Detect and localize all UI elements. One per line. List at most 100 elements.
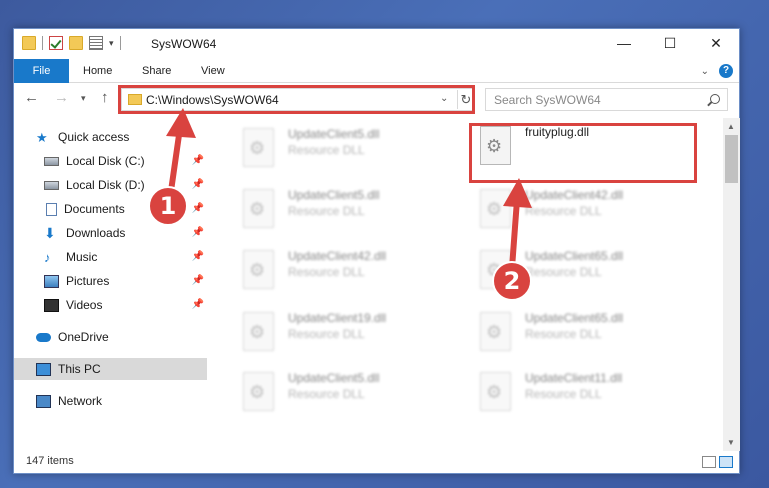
sidebar-item-this-pc[interactable]: This PC [14, 358, 207, 380]
file-type: Resource DLL [288, 387, 365, 401]
step-badge-2: 2 [492, 261, 532, 301]
folder-icon [22, 36, 36, 50]
sidebar-item-label: Pictures [66, 274, 110, 288]
pin-icon[interactable]: 📌 [192, 227, 204, 238]
download-icon: ⬇ [44, 224, 56, 241]
sidebar-item-quick-access[interactable]: ★ Quick access [36, 126, 207, 148]
sidebar-item-label: Documents [64, 202, 125, 216]
scroll-up-arrow-icon[interactable]: ▲ [727, 122, 735, 131]
minimize-button[interactable]: — [601, 29, 647, 57]
sidebar-item-onedrive[interactable]: OneDrive [14, 326, 207, 348]
file-type: Resource DLL [288, 204, 365, 218]
tab-view[interactable]: View [201, 59, 225, 83]
file-item[interactable]: ⚙ UpdateClient42.dll Resource DLL [468, 185, 694, 237]
title-bar: ▾ SysWOW64 — ☐ ✕ [14, 29, 739, 59]
expand-ribbon-chevron-icon[interactable]: ⌄ [701, 66, 709, 77]
sidebar-item-videos[interactable]: Videos 📌 [14, 294, 207, 316]
gear-icon: ⚙ [249, 199, 266, 219]
file-type: Resource DLL [288, 327, 365, 341]
gear-icon: ⚙ [249, 138, 266, 158]
file-item[interactable]: ⚙ UpdateClient5.dll Resource DLL [231, 124, 457, 176]
file-name: UpdateClient5.dll [288, 188, 380, 202]
help-icon[interactable]: ? [719, 64, 733, 78]
star-icon: ★ [36, 129, 48, 145]
sidebar-item-downloads[interactable]: ⬇ Downloads 📌 [14, 222, 207, 244]
dll-file-icon: ⚙ [243, 128, 274, 167]
dll-file-icon: ⚙ [243, 372, 274, 411]
sidebar-item-label: Local Disk (C:) [66, 154, 145, 168]
search-placeholder: Search SysWOW64 [494, 93, 601, 107]
sidebar-item-music[interactable]: ♪ Music 📌 [14, 246, 207, 268]
properties-check-icon[interactable] [49, 36, 63, 50]
gear-icon: ⚙ [249, 322, 266, 342]
file-name: UpdateClient5.dll [288, 371, 380, 385]
file-name: UpdateClient19.dll [288, 311, 387, 325]
music-icon: ♪ [44, 249, 51, 265]
gear-icon: ⚙ [486, 199, 503, 219]
pin-icon[interactable]: 📌 [192, 179, 204, 190]
sidebar-item-label: Local Disk (D:) [66, 178, 145, 192]
up-arrow-icon[interactable]: ↑ [101, 89, 109, 106]
file-item[interactable]: ⚙ UpdateClient65.dll Resource DLL [468, 308, 694, 360]
sidebar-item-label: This PC [58, 362, 101, 376]
sidebar-item-label: Music [66, 250, 98, 264]
sidebar-item-network[interactable]: Network [14, 390, 207, 412]
scrollbar-thumb[interactable] [725, 135, 738, 183]
dll-file-icon: ⚙ [480, 189, 511, 228]
navigation-pane: ★ Quick access Local Disk (C:) 📌 Local D… [14, 124, 207, 459]
file-name: UpdateClient11.dll [525, 371, 623, 385]
file-name: UpdateClient65.dll [525, 249, 624, 263]
file-type: Resource DLL [288, 265, 365, 279]
file-type: Resource DLL [288, 143, 365, 157]
file-item[interactable]: ⚙ UpdateClient19.dll Resource DLL [231, 308, 457, 360]
pictures-icon [44, 274, 59, 288]
search-input[interactable]: Search SysWOW64 [485, 88, 728, 111]
network-icon [36, 394, 51, 408]
pin-icon[interactable]: 📌 [192, 299, 204, 310]
quick-access-toolbar: ▾ [22, 36, 121, 50]
file-item[interactable]: ⚙ UpdateClient42.dll Resource DLL [231, 246, 457, 298]
customize-toolbar-chevron-icon[interactable]: ▾ [109, 38, 114, 49]
sidebar-item-pictures[interactable]: Pictures 📌 [14, 270, 207, 292]
tab-file[interactable]: File [14, 59, 69, 83]
pin-icon[interactable]: 📌 [192, 275, 204, 286]
sidebar-item-label: Quick access [58, 130, 130, 144]
tab-share[interactable]: Share [142, 59, 171, 83]
gear-icon: ⚙ [249, 260, 266, 280]
details-view-icon[interactable] [702, 456, 716, 468]
forward-arrow-icon[interactable]: → [54, 89, 69, 106]
properties-icon[interactable] [89, 36, 103, 50]
dll-file-icon: ⚙ [243, 189, 274, 228]
file-item[interactable]: ⚙ UpdateClient11.dll Resource DLL [468, 368, 694, 420]
back-arrow-icon[interactable]: ← [24, 89, 39, 106]
view-switcher [702, 456, 733, 468]
file-item[interactable]: ⚙ UpdateClient5.dll Resource DLL [231, 368, 457, 420]
close-button[interactable]: ✕ [693, 29, 739, 57]
vertical-scrollbar[interactable]: ▲ ▼ [723, 118, 740, 451]
dll-file-icon: ⚙ [480, 372, 511, 411]
file-name: UpdateClient42.dll [525, 188, 624, 202]
new-folder-icon[interactable] [69, 36, 83, 50]
file-type: Resource DLL [525, 387, 602, 401]
scroll-down-arrow-icon[interactable]: ▼ [727, 438, 735, 447]
tiles-view-icon[interactable] [719, 456, 733, 468]
dll-file-icon: ⚙ [480, 312, 511, 351]
file-item[interactable]: ⚙ UpdateClient5.dll Resource DLL [231, 185, 457, 237]
tab-home[interactable]: Home [83, 59, 112, 83]
dll-file-icon: ⚙ [243, 312, 274, 351]
pin-icon[interactable]: 📌 [192, 155, 204, 166]
maximize-button[interactable]: ☐ [647, 29, 693, 57]
step-badge-1: 1 [148, 186, 188, 226]
sidebar-item-local-disk-c[interactable]: Local Disk (C:) 📌 [14, 150, 207, 172]
item-count: 147 items [26, 455, 74, 467]
pin-icon[interactable]: 📌 [192, 203, 204, 214]
file-type: Resource DLL [525, 265, 602, 279]
cloud-icon [36, 332, 51, 342]
file-name: UpdateClient65.dll [525, 311, 624, 325]
sidebar-item-label: Network [58, 394, 103, 408]
disk-icon [44, 156, 59, 166]
file-name: UpdateClient42.dll [288, 249, 387, 263]
divider [42, 36, 43, 50]
recent-locations-chevron-icon[interactable]: ▾ [81, 93, 86, 104]
pin-icon[interactable]: 📌 [192, 251, 204, 262]
